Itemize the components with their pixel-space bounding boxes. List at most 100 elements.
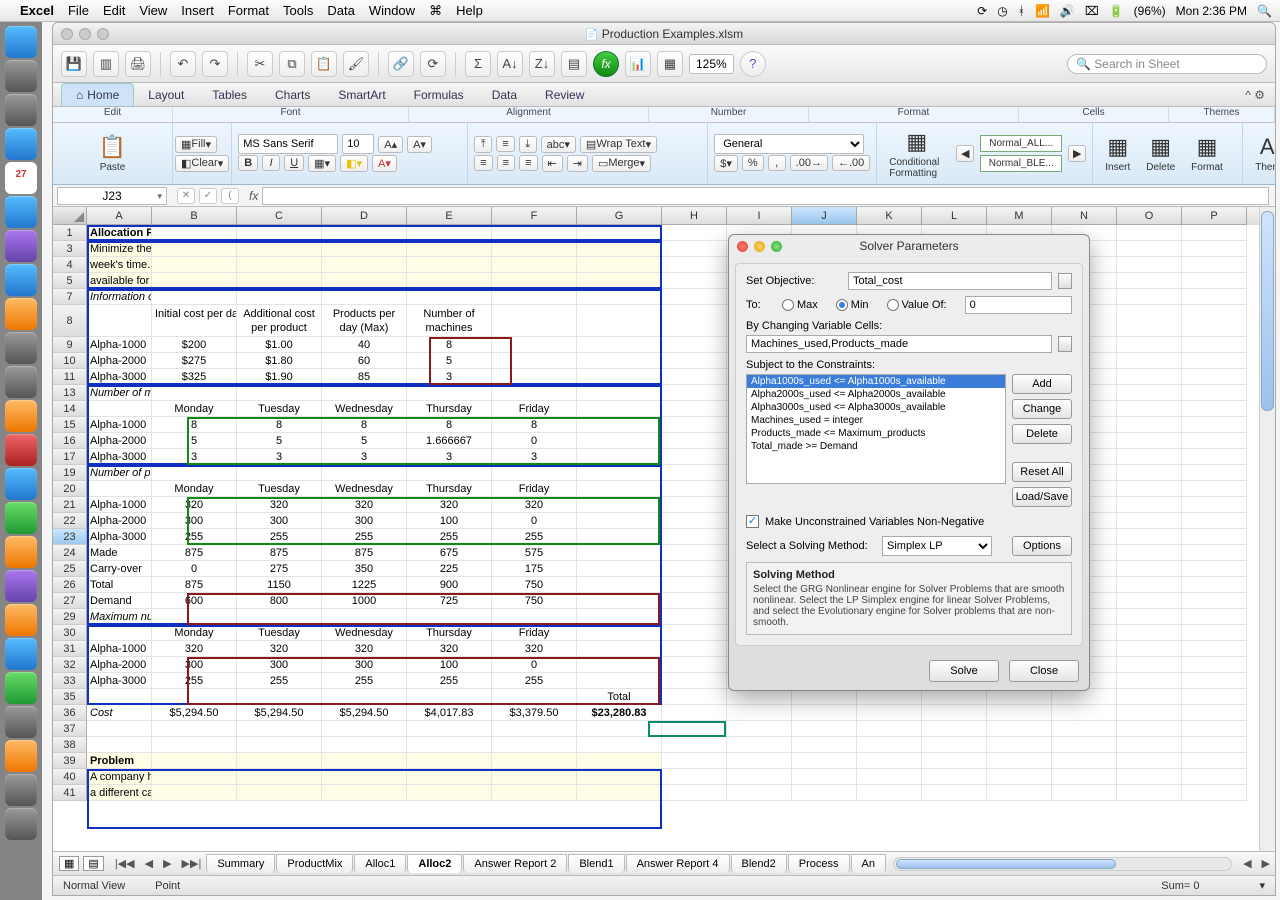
cell-H13[interactable] — [662, 385, 727, 401]
cell-E14[interactable]: Thursday — [407, 401, 492, 417]
cell-G25[interactable] — [577, 561, 662, 577]
increase-indent-icon[interactable]: ⇥ — [567, 155, 588, 172]
filter-icon[interactable]: ▤ — [561, 51, 587, 77]
hscroll-thumb[interactable] — [896, 859, 1116, 869]
cell-G11[interactable] — [577, 369, 662, 385]
cell-H25[interactable] — [662, 561, 727, 577]
dock-settings[interactable] — [5, 94, 37, 126]
cell-A40[interactable]: A company has three different types of m… — [87, 769, 152, 785]
cell-D14[interactable]: Wednesday — [322, 401, 407, 417]
sheet-tab-blend1[interactable]: Blend1 — [568, 854, 624, 873]
col-header-N[interactable]: N — [1052, 207, 1117, 225]
cell-P1[interactable] — [1182, 225, 1247, 241]
cell-H16[interactable] — [662, 433, 727, 449]
row-header[interactable]: 32 — [53, 657, 87, 673]
cell-C29[interactable] — [237, 609, 322, 625]
chart-icon[interactable]: 📊 — [625, 51, 651, 77]
cell-F1[interactable] — [492, 225, 577, 241]
cell-E22[interactable]: 100 — [407, 513, 492, 529]
cell-C11[interactable]: $1.90 — [237, 369, 322, 385]
cell-A33[interactable]: Alpha-3000 — [87, 673, 152, 689]
cell-B24[interactable]: 875 — [152, 545, 237, 561]
vertical-scrollbar[interactable] — [1259, 207, 1275, 851]
format-painter-icon[interactable]: 🖌 — [343, 51, 369, 77]
cell-H35[interactable] — [662, 689, 727, 705]
cell-P32[interactable] — [1182, 657, 1247, 673]
cell-B11[interactable]: $325 — [152, 369, 237, 385]
dock-app11[interactable] — [5, 740, 37, 772]
cell-E19[interactable] — [407, 465, 492, 481]
cell-O21[interactable] — [1117, 497, 1182, 513]
cell-A7[interactable]: Information on machines — [87, 289, 152, 305]
cell-H14[interactable] — [662, 401, 727, 417]
cell-B4[interactable] — [152, 257, 237, 273]
cell-C3[interactable] — [237, 241, 322, 257]
print-icon[interactable]: 🖨 — [125, 51, 151, 77]
solver-dialog[interactable]: Solver Parameters Set Objective: To: Max… — [728, 234, 1090, 691]
cell-C19[interactable] — [237, 465, 322, 481]
cell-O16[interactable] — [1117, 433, 1182, 449]
cell-P24[interactable] — [1182, 545, 1247, 561]
cell-E38[interactable] — [407, 737, 492, 753]
cell-I38[interactable] — [727, 737, 792, 753]
cell-D35[interactable] — [322, 689, 407, 705]
cell-B35[interactable] — [152, 689, 237, 705]
cell-E7[interactable] — [407, 289, 492, 305]
cell-A41[interactable]: a different capacity, start-up cost and … — [87, 785, 152, 801]
row-header[interactable]: 19 — [53, 465, 87, 481]
row-header[interactable]: 29 — [53, 609, 87, 625]
cell-G22[interactable] — [577, 513, 662, 529]
cell-O20[interactable] — [1117, 481, 1182, 497]
cell-B21[interactable]: 320 — [152, 497, 237, 513]
row-header[interactable]: 41 — [53, 785, 87, 801]
cell-B22[interactable]: 300 — [152, 513, 237, 529]
show-icon[interactable]: ▦ — [657, 51, 683, 77]
sheet-tab-alloc2[interactable]: Alloc2 — [407, 854, 462, 873]
cell-B40[interactable] — [152, 769, 237, 785]
fill-button[interactable]: ▦ Fill ▾ — [175, 136, 217, 153]
cell-E27[interactable]: 725 — [407, 593, 492, 609]
cell-F17[interactable]: 3 — [492, 449, 577, 465]
bold-button[interactable]: B — [238, 155, 258, 171]
solve-button[interactable]: Solve — [929, 660, 999, 682]
ribbon-tab-review[interactable]: Review — [531, 84, 598, 106]
style-prev-icon[interactable]: ◀ — [956, 145, 974, 162]
cell-N36[interactable] — [1052, 705, 1117, 721]
cell-O15[interactable] — [1117, 417, 1182, 433]
cell-D16[interactable]: 5 — [322, 433, 407, 449]
dock-app3[interactable] — [5, 366, 37, 398]
cell-D23[interactable]: 255 — [322, 529, 407, 545]
cell-G31[interactable] — [577, 641, 662, 657]
changing-cellpicker-icon[interactable] — [1058, 336, 1072, 352]
cell-A24[interactable]: Made — [87, 545, 152, 561]
cell-F33[interactable]: 255 — [492, 673, 577, 689]
battery-icon[interactable]: 🔋 — [1109, 4, 1124, 18]
cell-C22[interactable]: 300 — [237, 513, 322, 529]
cell-H10[interactable] — [662, 353, 727, 369]
cell-F4[interactable] — [492, 257, 577, 273]
cell-P20[interactable] — [1182, 481, 1247, 497]
objective-cellpicker-icon[interactable] — [1058, 273, 1072, 289]
cell-A27[interactable]: Demand — [87, 593, 152, 609]
dock-app6[interactable] — [5, 570, 37, 602]
cell-F7[interactable] — [492, 289, 577, 305]
paste-icon[interactable]: 📋 — [311, 51, 337, 77]
cell-O9[interactable] — [1117, 337, 1182, 353]
cell-P33[interactable] — [1182, 673, 1247, 689]
cell-P8[interactable] — [1182, 305, 1247, 337]
zoom-level[interactable]: 125% — [689, 54, 734, 74]
cell-G41[interactable] — [577, 785, 662, 801]
col-header-O[interactable]: O — [1117, 207, 1182, 225]
change-constraint-button[interactable]: Change — [1012, 399, 1072, 419]
cell-E3[interactable] — [407, 241, 492, 257]
cell-O36[interactable] — [1117, 705, 1182, 721]
cell-O5[interactable] — [1117, 273, 1182, 289]
cell-F29[interactable] — [492, 609, 577, 625]
ribbon-tab-charts[interactable]: Charts — [261, 84, 324, 106]
cell-J41[interactable] — [792, 785, 857, 801]
increase-decimal-icon[interactable]: .00→ — [790, 155, 828, 171]
cell-K38[interactable] — [857, 737, 922, 753]
sort-desc-icon[interactable]: Z↓ — [529, 51, 555, 77]
cell-K36[interactable] — [857, 705, 922, 721]
cell-F37[interactable] — [492, 721, 577, 737]
